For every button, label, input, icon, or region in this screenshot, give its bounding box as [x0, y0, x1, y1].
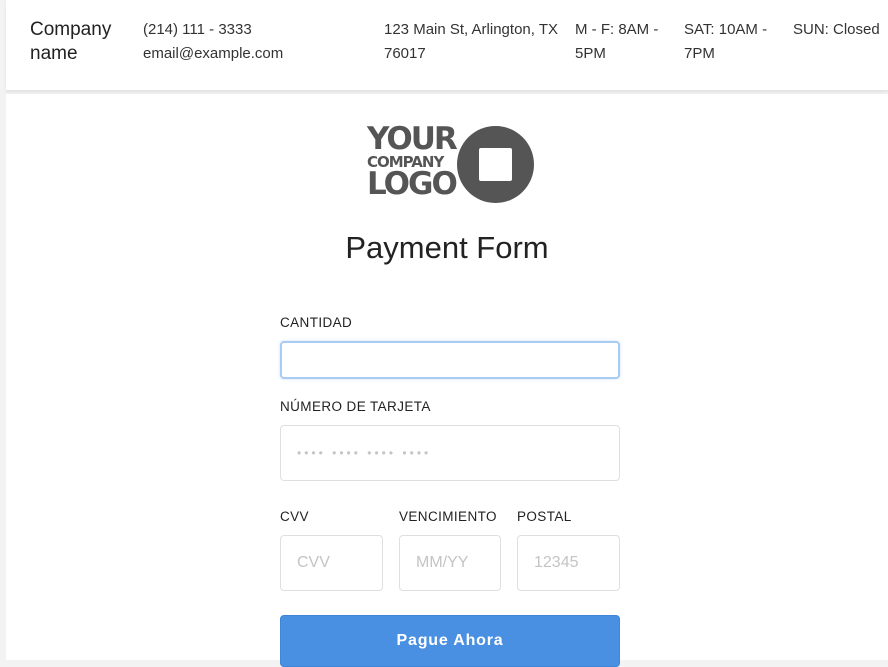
postal-input[interactable] [517, 535, 620, 591]
cvv-input[interactable] [280, 535, 383, 591]
logo-line-logo: LOGO [367, 166, 458, 202]
card-number-input[interactable] [280, 425, 620, 481]
logo-square-icon [479, 148, 512, 181]
site-header: Company name (214) 111 - 3333 email@exam… [6, 0, 888, 91]
hours-saturday: SAT: 10AM - 7PM [684, 21, 768, 62]
logo-circle-icon [457, 126, 534, 203]
expiry-input[interactable] [399, 535, 501, 591]
phone-number: (214) 111 - 3333 [143, 21, 252, 38]
page-title: Payment Form [345, 230, 549, 265]
street-address: 123 Main St, Arlington, TX 76017 [384, 21, 558, 62]
logo-text: YOUR COMPANY LOGO [367, 121, 459, 202]
hours-weekday: M - F: 8AM - 5PM [575, 21, 659, 62]
amount-label: CANTIDAD [280, 315, 353, 330]
cvv-label: CVV [280, 509, 309, 524]
company-logo: YOUR COMPANY LOGO [367, 124, 535, 204]
logo-line-your: YOUR [367, 121, 458, 157]
amount-input[interactable] [280, 341, 620, 379]
company-name: Company name [30, 19, 112, 64]
pay-now-button[interactable]: Pague Ahora [280, 615, 620, 667]
hours-sunday: SUN: Closed [793, 21, 880, 38]
card-number-label: NÚMERO DE TARJETA [280, 399, 431, 414]
payment-page: YOUR COMPANY LOGO Payment Form CANTIDAD … [6, 94, 888, 667]
contact-info: (214) 111 - 3333 email@example.com [143, 18, 283, 66]
expiry-label: VENCIMIENTO [399, 509, 497, 524]
email-address: email@example.com [143, 45, 284, 62]
postal-label: POSTAL [517, 509, 572, 524]
